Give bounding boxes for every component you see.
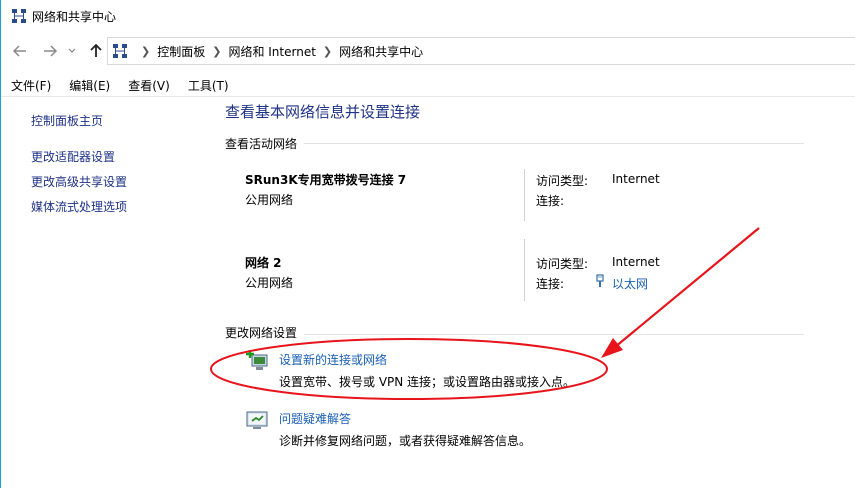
left-navigation-pane: 控制面板主页 更改适配器设置 更改高级共享设置 媒体流式处理选项 bbox=[1, 97, 219, 488]
section-divider bbox=[304, 143, 804, 144]
network-sharing-center-window: 网络和共享中心 ❯ 控制面板 ❯ 网络和 Internet ❯ 网络和共享中心 … bbox=[0, 0, 855, 488]
network-name: 网络 2 bbox=[245, 256, 282, 270]
back-button[interactable] bbox=[9, 40, 31, 62]
sidebar-item-advanced-sharing-settings[interactable]: 更改高级共享设置 bbox=[31, 173, 127, 190]
connection-label: 连接: bbox=[536, 277, 565, 291]
breadcrumb-network-internet[interactable]: 网络和 Internet bbox=[228, 43, 315, 60]
forward-arrow-icon bbox=[44, 45, 57, 57]
sidebar-item-control-panel-home[interactable]: 控制面板主页 bbox=[31, 112, 103, 129]
active-networks-heading: 查看活动网络 bbox=[225, 137, 298, 151]
setup-new-connection-link[interactable]: 设置新的连接或网络 bbox=[279, 351, 387, 368]
chevron-right-icon[interactable]: ❯ bbox=[141, 45, 150, 58]
window-title: 网络和共享中心 bbox=[32, 10, 117, 24]
access-type-value: Internet bbox=[612, 172, 660, 186]
breadcrumb-control-panel[interactable]: 控制面板 bbox=[157, 43, 205, 60]
ethernet-icon bbox=[596, 274, 604, 287]
up-arrow-icon bbox=[90, 44, 102, 57]
title-bar: 网络和共享中心 bbox=[1, 0, 855, 32]
ethernet-connection-link[interactable]: 以太网 bbox=[612, 275, 648, 292]
network-type[interactable]: 公用网络 bbox=[245, 191, 293, 208]
forward-button[interactable] bbox=[39, 40, 61, 62]
sidebar-item-media-streaming-options[interactable]: 媒体流式处理选项 bbox=[31, 198, 127, 215]
back-arrow-icon bbox=[13, 45, 26, 57]
up-button[interactable] bbox=[85, 40, 107, 62]
change-settings-heading: 更改网络设置 bbox=[225, 326, 298, 340]
recent-chevron-icon bbox=[68, 48, 76, 53]
menu-edit[interactable]: 编辑(E) bbox=[61, 77, 118, 94]
access-type-label: 访问类型: bbox=[536, 257, 589, 271]
access-type-value: Internet bbox=[612, 255, 660, 269]
new-connection-icon bbox=[246, 350, 268, 370]
troubleshoot-icon bbox=[246, 411, 268, 429]
sidebar-item-change-adapter-settings[interactable]: 更改适配器设置 bbox=[31, 148, 115, 165]
menu-tools[interactable]: 工具(T) bbox=[180, 77, 237, 94]
section-divider bbox=[304, 334, 804, 335]
network-name: SRun3K专用宽带拨号连接 7 bbox=[245, 173, 407, 187]
menu-view[interactable]: 查看(V) bbox=[120, 77, 178, 94]
vertical-divider bbox=[524, 239, 525, 301]
connection-label: 连接: bbox=[536, 194, 565, 208]
access-type-label: 访问类型: bbox=[536, 174, 589, 188]
breadcrumb[interactable]: ❯ 控制面板 ❯ 网络和 Internet ❯ 网络和共享中心 bbox=[107, 37, 855, 65]
main-content: 查看基本网络信息并设置连接 查看活动网络 SRun3K专用宽带拨号连接 7 公用… bbox=[219, 97, 855, 488]
troubleshoot-description: 诊断并修复网络问题，或者获得疑难解答信息。 bbox=[279, 434, 532, 448]
recent-locations-button[interactable] bbox=[65, 40, 79, 62]
vertical-divider bbox=[524, 169, 525, 221]
network-type[interactable]: 公用网络 bbox=[245, 274, 293, 291]
network-center-icon bbox=[12, 9, 26, 23]
breadcrumb-network-sharing-center[interactable]: 网络和共享中心 bbox=[339, 43, 423, 60]
page-title: 查看基本网络信息并设置连接 bbox=[225, 103, 421, 121]
network-center-icon bbox=[113, 44, 127, 58]
chevron-right-icon[interactable]: ❯ bbox=[323, 45, 332, 58]
address-bar: ❯ 控制面板 ❯ 网络和 Internet ❯ 网络和共享中心 bbox=[1, 32, 855, 70]
chevron-right-icon[interactable]: ❯ bbox=[212, 45, 221, 58]
setup-new-connection-description: 设置宽带、拨号或 VPN 连接；或设置路由器或接入点。 bbox=[279, 375, 576, 389]
menu-file[interactable]: 文件(F) bbox=[3, 77, 59, 94]
troubleshoot-link[interactable]: 问题疑难解答 bbox=[279, 410, 351, 427]
menu-bar: 文件(F) 编辑(E) 查看(V) 工具(T) bbox=[1, 75, 855, 97]
